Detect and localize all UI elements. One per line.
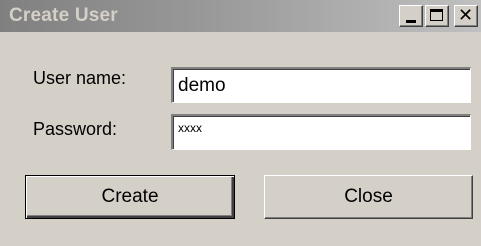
create-button[interactable]: Create <box>25 175 235 219</box>
username-input[interactable] <box>171 67 471 103</box>
window-title: Create User <box>9 5 118 26</box>
username-label: User name: <box>33 68 127 88</box>
maximize-icon <box>430 9 443 21</box>
title-bar[interactable]: Create User ✕ <box>0 0 481 32</box>
minimize-icon <box>406 20 416 23</box>
password-label: Password: <box>33 119 118 139</box>
close-window-button[interactable]: ✕ <box>454 5 478 27</box>
close-button[interactable]: Close <box>264 175 473 219</box>
maximize-button[interactable] <box>425 5 449 27</box>
close-icon: ✕ <box>458 5 474 26</box>
minimize-button[interactable] <box>399 5 423 27</box>
password-input[interactable] <box>171 114 471 150</box>
create-user-dialog: Create User ✕ User name: Password: Creat… <box>0 0 481 246</box>
